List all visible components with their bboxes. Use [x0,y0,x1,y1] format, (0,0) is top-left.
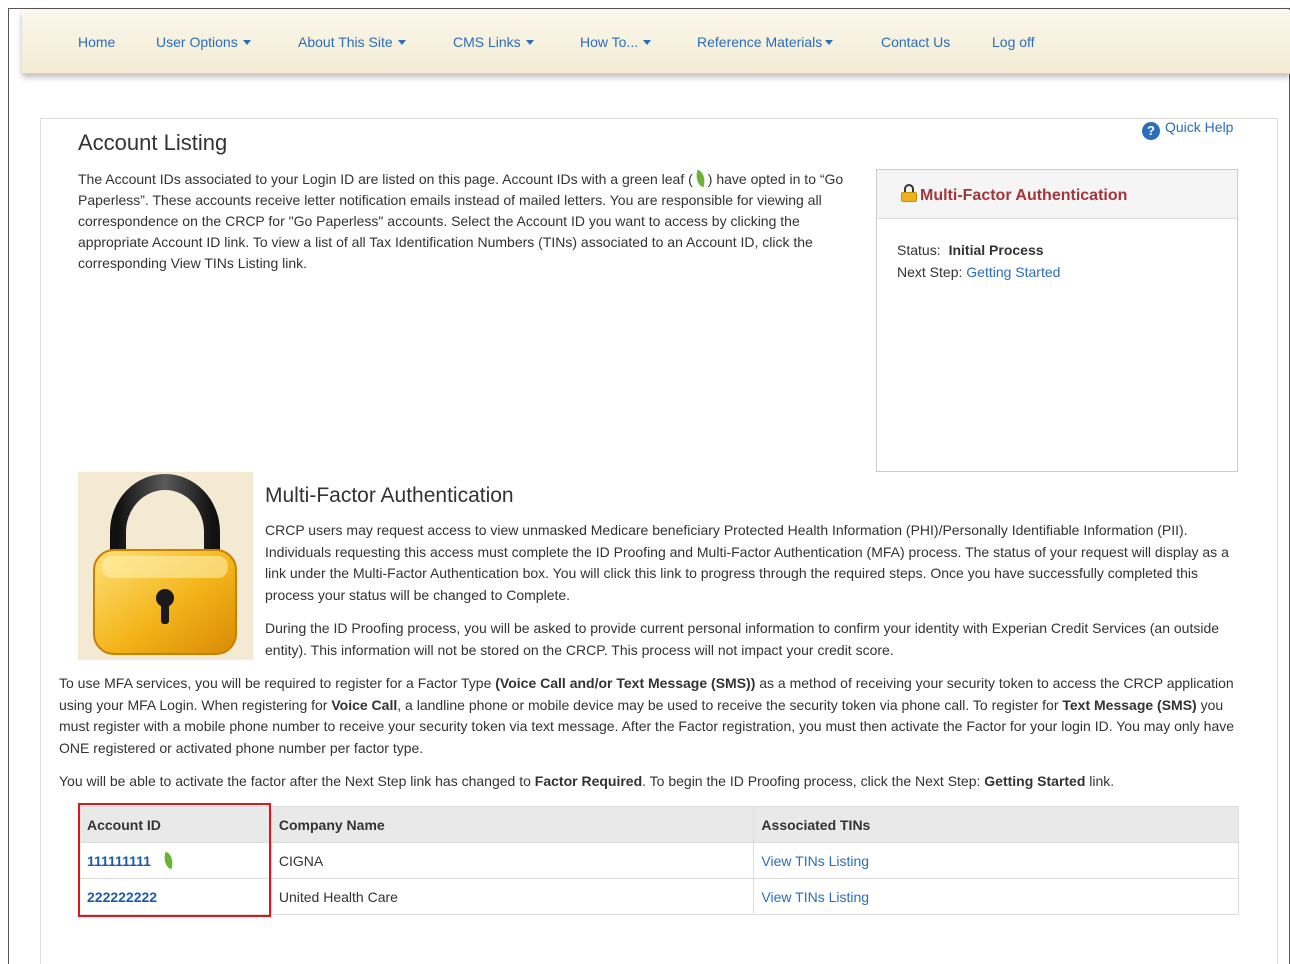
intro-text: The Account IDs associated to your Login… [78,169,848,274]
caret-down-icon [397,40,406,45]
mfa-next-step-label: Next Step: [897,264,963,280]
mfa-status-label: Status: [897,242,941,258]
factor-bold-3: Text Message (SMS) [1062,696,1197,713]
mfa-activate-paragraph: You will be able to activate the factor … [59,771,1244,793]
activate-text-1: You will be able to activate the factor … [59,773,535,789]
activate-bold-2: Getting Started [984,773,1086,789]
mfa-section-heading: Multi-Factor Authentication [265,484,514,507]
mfa-box-body: Status: Initial Process Next Step: Gettin… [877,219,1237,283]
factor-text-3: , a landline phone or mobile device may … [397,696,1063,713]
nav-cms-links-label: CMS Links [453,34,521,50]
tins-cell: View TINs Listing [753,878,1239,915]
mfa-next-step-row: Next Step: Getting Started [897,261,1237,283]
mfa-status-box: Multi-Factor Authentication Status: Initi… [876,169,1238,472]
company-name-cell: CIGNA [270,842,755,879]
activate-text-2: . To begin the ID Proofing process, clic… [642,773,985,789]
caret-down-icon [242,40,251,45]
nav-how-to-label: How To... [580,34,639,50]
caret-down-icon [525,40,534,45]
nav-home-label: Home [78,34,116,50]
intro-text-part1: The Account IDs associated to your Login… [78,171,693,187]
quick-help-label: Quick Help [1165,119,1234,135]
quick-help-link[interactable]: ? Quick Help [1142,119,1233,140]
view-tins-link[interactable]: View TINs Listing [761,853,869,869]
nav-reference-label: Reference Materials [697,34,823,50]
header-company-name: Company Name [270,806,755,843]
view-tins-link[interactable]: View TINs Listing [761,889,869,905]
getting-started-link[interactable]: Getting Started [966,264,1060,280]
factor-bold-1: (Voice Call and/or Text Message (SMS)) [495,675,756,691]
nav-log-off[interactable]: Log off [992,34,1035,50]
mfa-box-title: Multi-Factor Authentication [920,187,1128,204]
mfa-status-row: Status: Initial Process [897,239,1237,261]
mfa-paragraph-2: During the ID Proofing process, you will… [265,620,1220,658]
large-padlock-icon [93,474,237,655]
mfa-paragraph-1: CRCP users may request access to view un… [265,522,1229,603]
factor-bold-2: Voice Call [331,696,398,713]
mfa-status-value: Initial Process [948,242,1044,258]
nav-contact-us[interactable]: Contact Us [881,34,950,50]
nav-user-options[interactable]: User Options [156,34,251,50]
nav-about-label: About This Site [298,34,393,50]
company-name-cell: United Health Care [270,878,755,915]
nav-reference-materials[interactable]: Reference Materials [697,34,834,50]
nav-log-off-label: Log off [992,34,1035,50]
header-associated-tins: Associated TINs [753,806,1239,843]
padlock-image [78,472,253,660]
tins-cell: View TINs Listing [753,842,1239,879]
nav-cms-links[interactable]: CMS Links [453,34,534,50]
page-title: Account Listing [78,130,228,155]
mfa-factor-paragraph: To use MFA services, you will be require… [59,673,1244,759]
nav-home[interactable]: Home [78,34,115,50]
activate-text-3: link. [1085,773,1115,789]
factor-text-1: To use MFA services, you will be require… [59,675,496,691]
caret-down-icon [643,40,652,45]
nav-about-this-site[interactable]: About This Site [298,34,406,50]
activate-bold-1: Factor Required [534,773,643,789]
account-id-highlight-box [78,803,271,917]
top-navigation-bar: Home User Options About This Site CMS Li… [22,10,1290,74]
green-leaf-icon [692,169,708,188]
nav-user-options-label: User Options [156,34,238,50]
question-mark-icon: ? [1142,122,1160,140]
caret-down-icon [825,40,834,45]
nav-contact-label: Contact Us [881,34,951,50]
padlock-icon [901,184,917,202]
mfa-box-header: Multi-Factor Authentication [877,170,1237,219]
nav-how-to[interactable]: How To... [580,34,652,50]
